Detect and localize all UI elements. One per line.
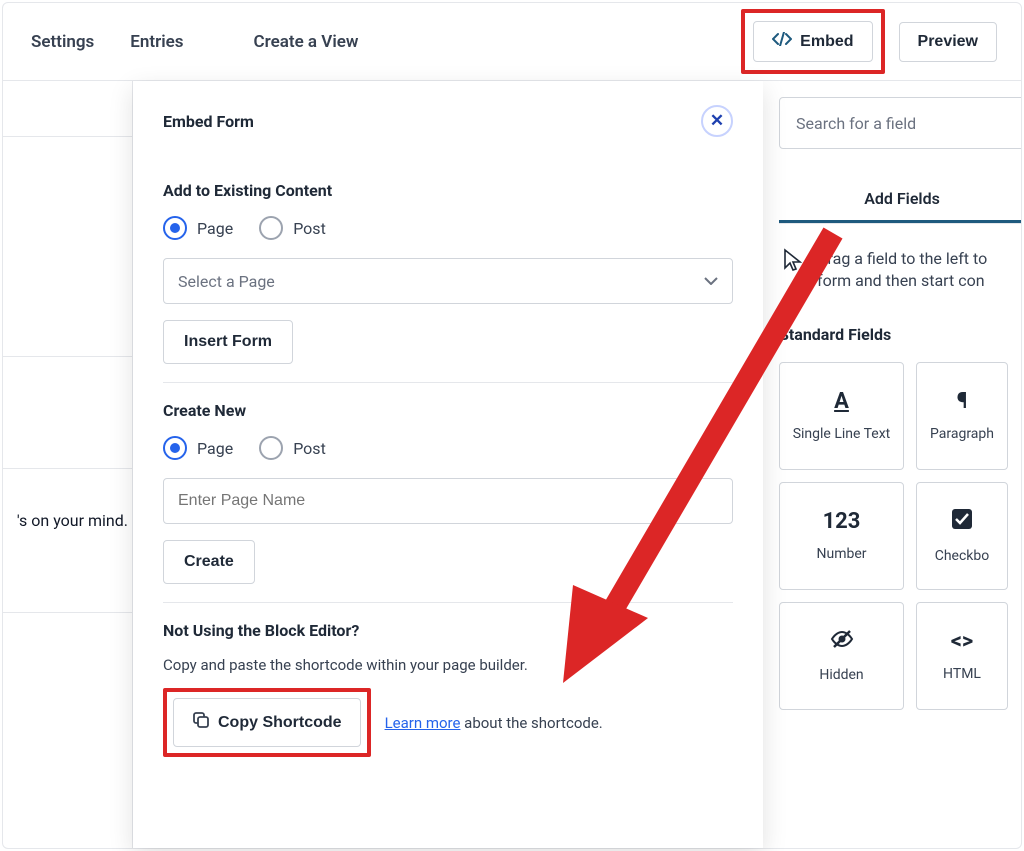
radio-post-existing[interactable]: Post — [259, 216, 326, 240]
copy-shortcode-button[interactable]: Copy Shortcode — [173, 698, 361, 747]
tab-entries[interactable]: Entries — [126, 24, 187, 60]
text-icon: A — [834, 389, 849, 414]
cursor-icon — [783, 248, 803, 278]
page-name-input[interactable] — [163, 478, 733, 524]
create-button[interactable]: Create — [163, 540, 255, 584]
section-shortcode: Not Using the Block Editor? Copy and pas… — [163, 603, 733, 757]
field-paragraph[interactable]: ¶ Paragraph — [916, 362, 1008, 470]
radio-post-new[interactable]: Post — [259, 436, 326, 460]
number-icon: 123 — [823, 509, 861, 534]
modal-title: Embed Form — [163, 112, 254, 131]
shortcode-heading: Not Using the Block Editor? — [163, 621, 733, 640]
field-checkbox[interactable]: Checkbo — [916, 482, 1008, 590]
field-hidden[interactable]: Hidden — [779, 602, 904, 710]
about-shortcode-text: about the shortcode. — [460, 714, 602, 732]
search-field-input[interactable]: Search for a field — [779, 97, 1021, 149]
embed-button[interactable]: Embed — [753, 21, 872, 62]
field-number[interactable]: 123 Number — [779, 482, 904, 590]
learn-more-link[interactable]: Learn more — [385, 714, 461, 732]
header-bar: Settings Entries Create a View Embed Pre… — [3, 3, 1021, 81]
field-html[interactable]: <> HTML — [916, 602, 1008, 710]
tab-settings[interactable]: Settings — [27, 24, 98, 60]
chevron-down-icon — [704, 273, 718, 289]
add-existing-heading: Add to Existing Content — [163, 181, 733, 200]
paragraph-icon: ¶ — [957, 389, 968, 414]
field-single-line-text[interactable]: A Single Line Text — [779, 362, 904, 470]
copy-shortcode-highlight: Copy Shortcode — [163, 688, 371, 757]
hidden-icon — [830, 629, 854, 655]
shortcode-subtext: Copy and paste the shortcode within your… — [163, 656, 733, 674]
preview-button[interactable]: Preview — [899, 22, 997, 62]
create-new-heading: Create New — [163, 401, 733, 420]
embed-button-highlight: Embed — [741, 9, 884, 74]
html-icon: <> — [951, 629, 974, 654]
code-icon — [772, 32, 792, 51]
tab-add-fields[interactable]: Add Fields — [779, 177, 1021, 223]
left-column: 's on your mind. — [3, 81, 133, 848]
tab-create-view[interactable]: Create a View — [250, 24, 363, 60]
right-sidebar: Search for a field Add Fields Drag a fie… — [763, 81, 1021, 848]
section-create-new: Create New Page Post Create — [163, 383, 733, 603]
hint-text: Drag a field to the left to form and the… — [817, 248, 1017, 293]
copy-icon — [192, 711, 210, 734]
section-add-existing: Add to Existing Content Page Post Select… — [163, 163, 733, 383]
insert-form-button[interactable]: Insert Form — [163, 320, 293, 364]
standard-fields-heading: Standard Fields — [779, 325, 1021, 344]
checkbox-icon — [951, 508, 973, 536]
mind-text: 's on your mind. — [3, 469, 132, 530]
embed-form-modal: Embed Form ✕ Add to Existing Content Pag… — [133, 81, 763, 848]
close-icon[interactable]: ✕ — [701, 105, 733, 137]
radio-page-existing[interactable]: Page — [163, 216, 233, 240]
select-page-dropdown[interactable]: Select a Page — [163, 258, 733, 304]
radio-page-new[interactable]: Page — [163, 436, 233, 460]
